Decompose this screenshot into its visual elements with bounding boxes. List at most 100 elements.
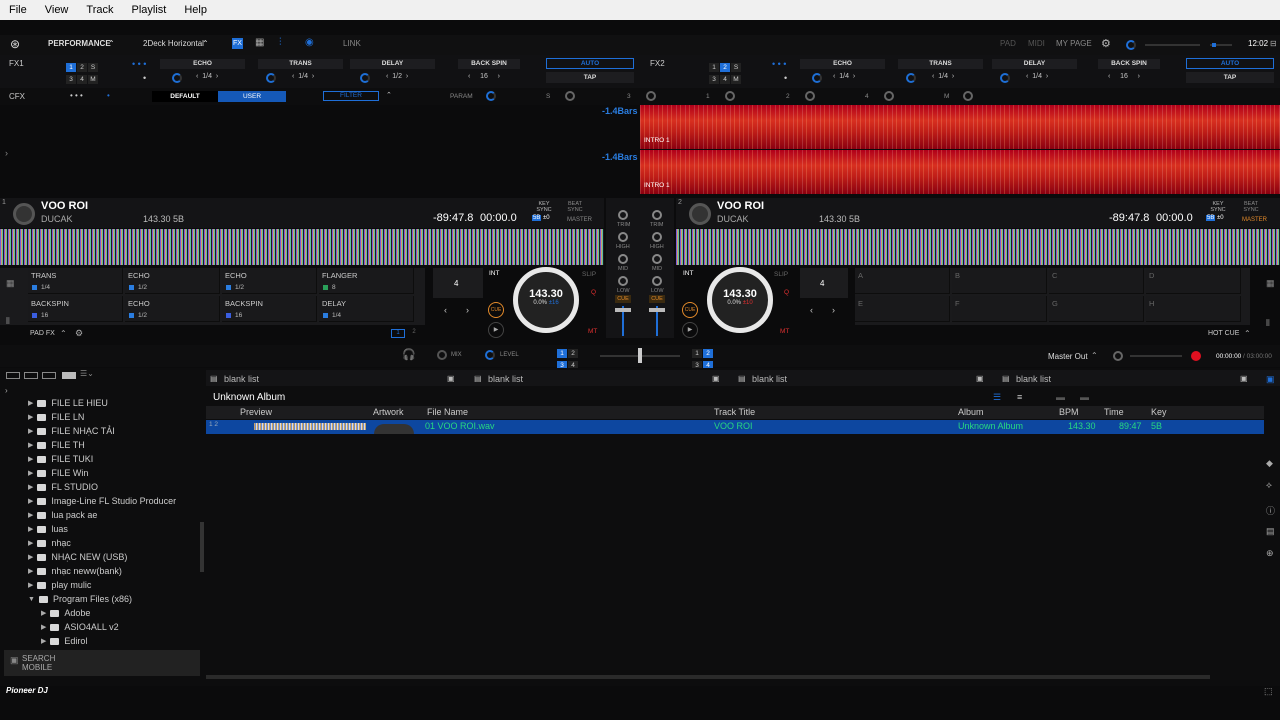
deck2-hotcue-select[interactable]: HOT CUE (1208, 330, 1239, 337)
expand-arrow-icon[interactable]: ▶ (28, 525, 33, 533)
tree-item[interactable]: ▶ luas (0, 522, 205, 536)
fx2-bank-1[interactable]: 1 (709, 63, 719, 72)
pad-button[interactable]: PAD (1000, 39, 1016, 48)
tree-item[interactable]: ▶ Image-Line FL Studio Producer (0, 494, 205, 508)
layout-select[interactable]: 2Deck Horizontal (143, 39, 204, 48)
expand-arrow-icon[interactable]: ▶ (28, 553, 33, 561)
deck1-pad-page-1[interactable]: 1 (391, 329, 405, 338)
expand-arrow-icon[interactable]: ▶ (28, 469, 33, 477)
tree-item[interactable]: ▶ FILE TH (0, 438, 205, 452)
expand-arrow-icon[interactable]: ▶ (28, 399, 33, 407)
fx1-tap-button[interactable]: TAP (546, 72, 634, 83)
fx2-backspin-select[interactable]: BACK SPIN (1098, 59, 1160, 69)
xf-right-1[interactable]: 1 (692, 349, 702, 358)
deck1-master-button[interactable]: MASTER (567, 217, 592, 223)
deck2-hotcue-h[interactable]: H (1146, 296, 1241, 322)
fx1-auto-button[interactable]: AUTO (546, 58, 634, 69)
fx2-slot3-beat[interactable]: ‹ 1/4 › (1026, 73, 1048, 80)
tree-item[interactable]: ▶ ASIO4ALL v2 (0, 620, 205, 634)
deck1-overview-waveform[interactable] (0, 229, 604, 265)
sidebar-related-icon[interactable]: ⟡ (1266, 480, 1272, 491)
layout-menu-icon[interactable]: ☰⌄ (80, 369, 94, 378)
artwork-view-icon[interactable]: ▬ (1056, 392, 1065, 402)
tree-item[interactable]: ▶ NHẠC NEW (USB) (0, 550, 205, 564)
external-link-icon[interactable]: ⬚ (1264, 686, 1273, 697)
deck2-enlarged-waveform[interactable]: INTRO 1 (640, 150, 1280, 194)
deck1-pad-4[interactable]: FLANGER 8 (319, 268, 414, 294)
deck1-pad-3[interactable]: ECHO 1/2 (222, 268, 317, 294)
mode-chevron-icon[interactable]: ⌃ (108, 39, 115, 48)
fx1-bank-4[interactable]: 4 (77, 75, 87, 84)
expand-arrow-icon[interactable]: ▶ (28, 581, 33, 589)
deck2-hotcue-chevron-icon[interactable]: ⌃ (1244, 329, 1251, 338)
expand-arrow-icon[interactable]: ▶ (41, 637, 46, 645)
recording-gain-knob[interactable] (1113, 351, 1123, 361)
deck1-pad-2[interactable]: ECHO 1/2 (125, 268, 220, 294)
cfx-default-button[interactable]: DEFAULT (152, 91, 218, 102)
playlist-tab-2[interactable]: blank list (488, 374, 523, 384)
deck1-loop-double-icon[interactable]: › (466, 305, 469, 315)
deck2-hotcue-f[interactable]: F (952, 296, 1047, 322)
record-panel-icon[interactable]: ◉ (305, 37, 314, 48)
xf-right-2[interactable]: 2 (703, 349, 713, 358)
tree-item[interactable]: ▶ play mulic (0, 578, 205, 592)
fx2-slot2-select[interactable]: TRANS (898, 59, 983, 69)
deck2-cue-button[interactable]: CUE (682, 302, 698, 318)
deck1-padfx-chevron-icon[interactable]: ⌃ (60, 329, 67, 338)
col-filename[interactable]: File Name (427, 407, 468, 417)
deck1-beat-sync-button[interactable]: BEAT SYNC (563, 201, 587, 213)
tree-item[interactable]: ▶ FILE TUKI (0, 452, 205, 466)
deck2-pad-grid-icon[interactable]: ▦ (1266, 278, 1275, 289)
fx1-bank-s[interactable]: S (88, 63, 98, 72)
mypage-button[interactable]: MY PAGE (1056, 39, 1092, 48)
deck2-mastertempo-button[interactable]: MT (780, 328, 789, 335)
tree-item[interactable]: ▼ Program Files (x86) (0, 592, 205, 606)
cfx-param-knob[interactable] (486, 91, 496, 101)
deck1-vertical-icon[interactable]: ⫴ (6, 316, 10, 327)
layout-1-icon[interactable] (6, 372, 20, 379)
deck2-hotcue-b[interactable]: B (952, 268, 1047, 294)
cfx-3-knob[interactable] (646, 91, 656, 101)
fx2-slot1-knob[interactable] (812, 73, 822, 83)
expand-arrow-icon[interactable]: ▶ (28, 567, 33, 575)
deck2-overview-waveform[interactable] (676, 229, 1280, 265)
cfx-1-knob[interactable] (725, 91, 735, 101)
tree-item[interactable]: ▶ lua pack ae (0, 508, 205, 522)
fx2-bank-m[interactable]: M (731, 75, 741, 84)
deck1-play-icon[interactable]: ▶ (488, 322, 504, 338)
col-time[interactable]: Time (1104, 407, 1124, 417)
fx2-slot2-knob[interactable] (906, 73, 916, 83)
fx1-slot1-select[interactable]: ECHO (160, 59, 245, 69)
mixer-mid-knob-1[interactable] (618, 254, 628, 264)
expand-arrow-icon[interactable]: ▶ (28, 427, 33, 435)
layout-chevron-icon[interactable]: ⌃ (202, 39, 209, 48)
tab-menu-icon[interactable]: ▣ (976, 374, 984, 383)
deck2-beat-sync-button[interactable]: BEAT SYNC (1239, 201, 1263, 213)
deck2-slip-button[interactable]: SLIP (774, 271, 788, 278)
fx2-tap-button[interactable]: TAP (1186, 72, 1274, 83)
mixer-trim-knob-1[interactable] (618, 210, 628, 220)
mode-select[interactable]: PERFORMANCE (48, 39, 111, 48)
menu-track[interactable]: Track (77, 4, 122, 16)
expand-arrow-icon[interactable]: ▶ (41, 623, 46, 631)
fx1-slot3-knob[interactable] (360, 73, 370, 83)
menu-help[interactable]: Help (175, 4, 216, 16)
fx1-slot2-beat[interactable]: ‹ 1/4 › (292, 73, 314, 80)
expand-arrow-icon[interactable]: ▶ (28, 455, 33, 463)
fx1-backspin-beat[interactable]: ‹ 16 › (468, 73, 500, 80)
deck2-int-label[interactable]: INT (683, 270, 693, 277)
fx2-slot2-beat[interactable]: ‹ 1/4 › (932, 73, 954, 80)
expand-arrow-icon[interactable]: ▶ (28, 511, 33, 519)
row-preview-waveform[interactable] (254, 423, 366, 430)
deck1-jog-wheel[interactable]: 143.30 0.0% ±16 (513, 267, 579, 333)
tree-item[interactable]: ▶ Adobe (0, 606, 205, 620)
col-title[interactable]: Track Title (714, 407, 755, 417)
deck2-hotcue-a[interactable]: A (855, 268, 950, 294)
deck1-cue-button[interactable]: CUE (488, 302, 504, 318)
playlist-tab-3[interactable]: blank list (752, 374, 787, 384)
sidebar-tag-icon[interactable]: ◆ (1266, 458, 1273, 469)
fx1-slot2-knob[interactable] (266, 73, 276, 83)
deck1-pad-6[interactable]: ECHO 1/2 (125, 296, 220, 322)
fx1-bank-3[interactable]: 3 (66, 75, 76, 84)
fx2-slot1-beat[interactable]: ‹ 1/4 › (833, 73, 855, 80)
